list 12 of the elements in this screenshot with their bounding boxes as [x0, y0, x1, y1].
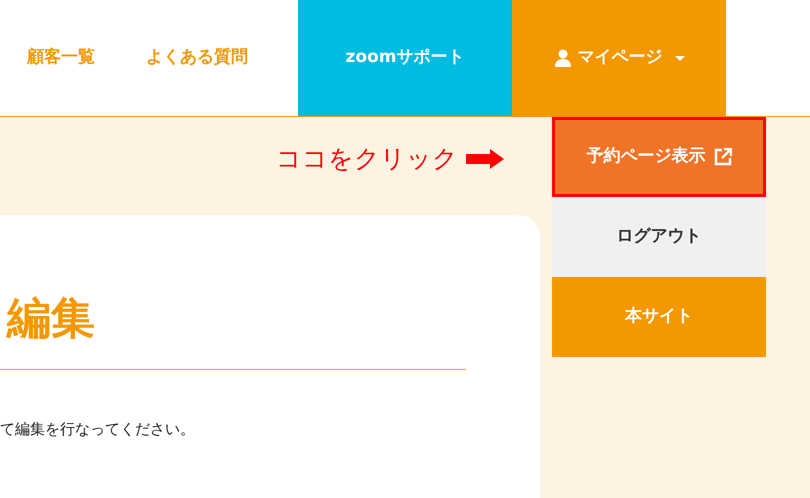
instruction-text: て編集を行なってください。: [0, 419, 196, 440]
nav-link[interactable]: 顧客一覧: [27, 0, 95, 116]
nav-link[interactable]: よくある質問: [146, 0, 248, 116]
nav-tab[interactable]: zoomサポート: [298, 0, 512, 116]
menu-item[interactable]: 予約ページ表示: [552, 117, 766, 197]
page-heading: 編集: [7, 295, 96, 344]
menu-item[interactable]: 本サイト: [552, 277, 766, 357]
arrow-icon: [466, 148, 504, 169]
account-menu-button[interactable]: マイページ: [512, 0, 726, 116]
annotation-text: ココをクリック: [276, 143, 458, 175]
user-icon: [554, 49, 572, 67]
menu-item[interactable]: ログアウト: [552, 197, 766, 277]
